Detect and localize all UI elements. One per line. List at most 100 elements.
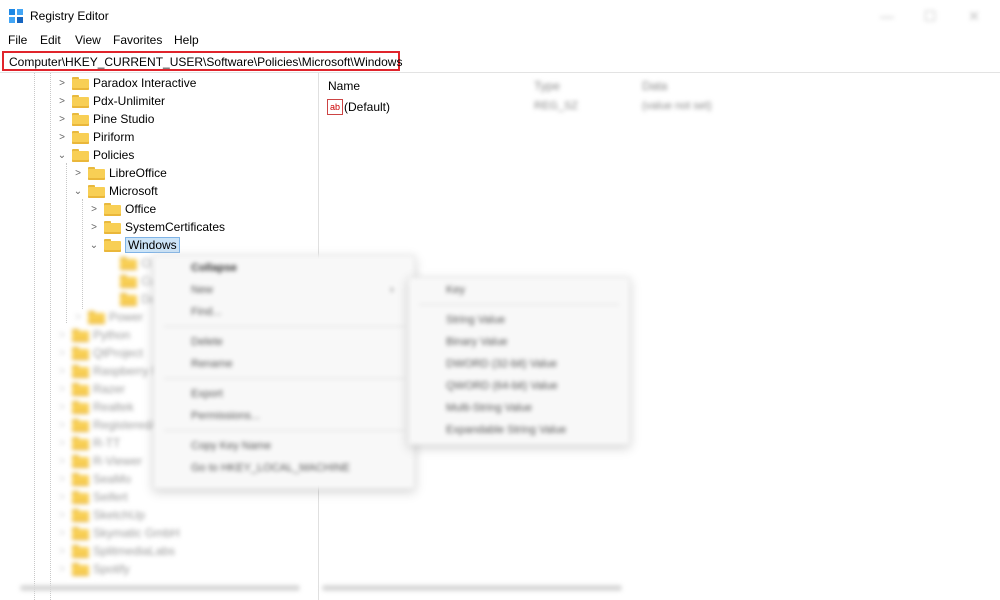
chevron-down-icon[interactable]: ⌄ — [88, 236, 100, 254]
tree-item-label: SketchUp — [93, 508, 146, 522]
submenu-item-expandable-string-value[interactable]: Expandable String Value — [446, 424, 566, 436]
folder-icon — [72, 436, 89, 450]
folder-icon — [72, 472, 89, 486]
address-path: Computer\HKEY_CURRENT_USER\Software\Poli… — [9, 55, 403, 69]
tree-item-label: Python — [93, 328, 131, 342]
tree-item-label: Piriform — [93, 130, 135, 144]
chevron-right-icon[interactable]: > — [88, 218, 100, 236]
menu-item-export[interactable]: Export — [191, 388, 223, 400]
chevron-down-icon[interactable]: ⌄ — [72, 182, 84, 200]
tree-item-policies[interactable]: ⌄ Policies — [56, 146, 135, 164]
submenu-item-string-value[interactable]: String Value — [446, 314, 505, 326]
tree-item-label: SplitmediaLabs — [93, 544, 176, 558]
menu-item-collapse[interactable]: Collapse — [191, 262, 237, 274]
maximize-icon[interactable]: ☐ — [920, 6, 940, 26]
folder-icon — [88, 310, 105, 324]
tree-item-windows-child[interactable]: Cu — [104, 272, 156, 290]
tree-item-label: SeaMo — [93, 472, 132, 486]
string-value-icon: ab — [327, 99, 343, 115]
folder-icon — [72, 364, 89, 378]
chevron-right-icon[interactable]: > — [56, 128, 68, 146]
close-icon[interactable]: ✕ — [964, 6, 984, 26]
chevron-right-icon[interactable]: > — [56, 74, 68, 92]
tree-item-piriform[interactable]: > Piriform — [56, 128, 134, 146]
menu-edit[interactable]: Edit — [40, 33, 61, 47]
folder-icon — [88, 184, 105, 198]
tree-item-windows-child[interactable]: Da — [104, 290, 156, 308]
tree-item-registered[interactable]: > RegisteredA — [56, 416, 159, 434]
tree-item-splitmedialabs[interactable]: > SplitmediaLabs — [56, 542, 175, 560]
column-header-name[interactable]: Name — [328, 79, 360, 93]
tree-item-windows-child[interactable]: Cl — [104, 254, 152, 272]
address-input[interactable]: Computer\HKEY_CURRENT_USER\Software\Poli… — [2, 51, 403, 71]
folder-icon — [72, 400, 89, 414]
submenu-item-key[interactable]: Key — [446, 284, 465, 296]
tree-item-qtproject[interactable]: > QtProject — [56, 344, 143, 362]
tree-item-r-tt[interactable]: > R-TT — [56, 434, 120, 452]
folder-icon — [104, 220, 121, 234]
tree-item-windows[interactable]: ⌄ Windows — [88, 236, 180, 254]
tree-item-seifert[interactable]: > Seifert — [56, 488, 128, 506]
menu-item-find[interactable]: Find... — [191, 306, 222, 318]
chevron-right-icon[interactable]: > — [72, 164, 84, 182]
menu-item-new[interactable]: New — [191, 284, 213, 296]
value-name-default[interactable]: (Default) — [344, 100, 390, 114]
registry-editor-icon — [9, 9, 23, 23]
menu-item-goto-hklm[interactable]: Go to HKEY_LOCAL_MACHINE — [191, 462, 350, 474]
column-header-type[interactable]: Type — [534, 79, 560, 93]
tree-item-office[interactable]: > Office — [88, 200, 156, 218]
folder-icon — [120, 274, 137, 288]
menu-view[interactable]: View — [75, 33, 101, 47]
submenu-item-multi-string-value[interactable]: Multi-String Value — [446, 402, 532, 414]
tree-item-label: R-Viewer — [93, 454, 143, 468]
chevron-right-icon[interactable]: > — [56, 92, 68, 110]
folder-icon — [88, 166, 105, 180]
submenu-item-dword-value[interactable]: DWORD (32-bit) Value — [446, 358, 557, 370]
tree-item-seamo[interactable]: > SeaMo — [56, 470, 131, 488]
folder-icon — [72, 526, 89, 540]
tree-item-paradox-interactive[interactable]: > Paradox Interactive — [56, 74, 196, 92]
folder-icon — [104, 202, 121, 216]
menu-item-permissions[interactable]: Permissions... — [191, 410, 260, 422]
menu-help[interactable]: Help — [174, 33, 199, 47]
menu-favorites[interactable]: Favorites — [113, 33, 162, 47]
tree-item-pdx-unlimiter[interactable]: > Pdx-Unlimiter — [56, 92, 165, 110]
minimize-icon[interactable]: — — [877, 6, 897, 26]
tree-guide-line — [82, 199, 83, 309]
tree-item-pine-studio[interactable]: > Pine Studio — [56, 110, 154, 128]
tree-item-sketchup[interactable]: > SketchUp — [56, 506, 145, 524]
column-header-data[interactable]: Data — [642, 79, 667, 93]
tree-item-python[interactable]: > Python — [56, 326, 130, 344]
tree-item-r-viewer[interactable]: > R-Viewer — [56, 452, 142, 470]
folder-icon — [72, 418, 89, 432]
chevron-right-icon[interactable]: > — [88, 200, 100, 218]
menu-separator — [164, 430, 404, 431]
chevron-down-icon[interactable]: ⌄ — [56, 146, 68, 164]
menu-separator — [164, 326, 404, 327]
tree-item-libreoffice[interactable]: > LibreOffice — [72, 164, 167, 182]
tree-item-label: Razer — [93, 382, 126, 396]
tree-horizontal-scrollbar[interactable] — [20, 585, 300, 591]
menu-item-copy-key-name[interactable]: Copy Key Name — [191, 440, 271, 452]
address-bar: Computer\HKEY_CURRENT_USER\Software\Poli… — [0, 50, 1000, 73]
tree-item-skymatic[interactable]: > Skymatic GmbH — [56, 524, 180, 542]
tree-item-label: R-TT — [93, 436, 121, 450]
folder-icon — [72, 508, 89, 522]
menu-separator — [164, 378, 404, 379]
menu-item-rename[interactable]: Rename — [191, 358, 233, 370]
tree-item-realtek[interactable]: > Realtek — [56, 398, 134, 416]
tree-item-spotify[interactable]: > Spotify — [56, 560, 130, 578]
tree-item-power[interactable]: > Power — [72, 308, 143, 326]
chevron-right-icon[interactable]: > — [56, 110, 68, 128]
tree-item-systemcertificates[interactable]: > SystemCertificates — [88, 218, 225, 236]
menu-item-delete[interactable]: Delete — [191, 336, 223, 348]
folder-icon — [72, 130, 89, 144]
tree-guide-line — [34, 73, 35, 600]
submenu-item-qword-value[interactable]: QWORD (64-bit) Value — [446, 380, 558, 392]
tree-item-razer[interactable]: > Razer — [56, 380, 125, 398]
tree-item-raspberry[interactable]: > Raspberry P — [56, 362, 160, 380]
list-horizontal-scrollbar[interactable] — [322, 585, 622, 591]
submenu-item-binary-value[interactable]: Binary Value — [446, 336, 508, 348]
menu-file[interactable]: File — [8, 33, 27, 47]
tree-item-microsoft[interactable]: ⌄ Microsoft — [72, 182, 158, 200]
